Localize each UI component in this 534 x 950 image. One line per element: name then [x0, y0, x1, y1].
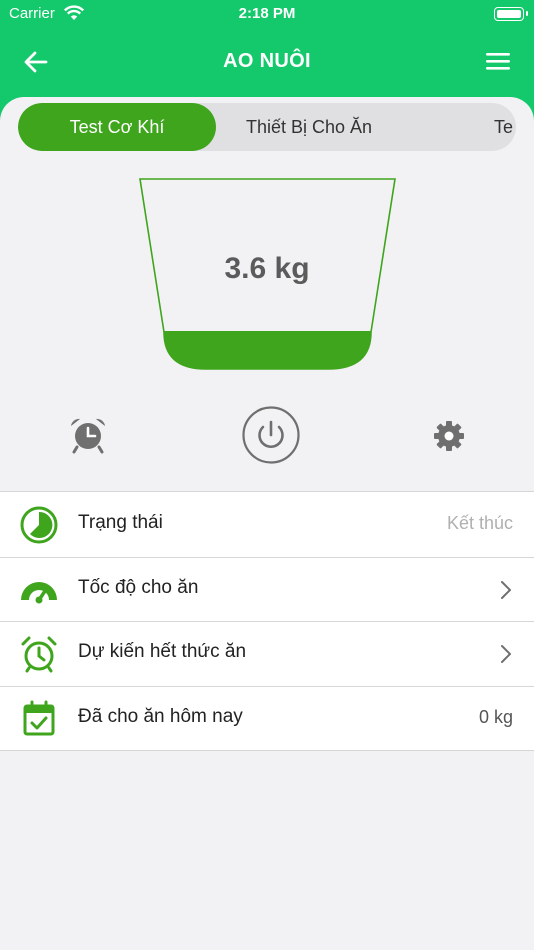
power-button[interactable]	[241, 405, 301, 470]
tab-bar-container: Test Cơ Khí Thiết Bị Cho Ăn Te	[0, 97, 534, 157]
page-title: AO NUÔI	[223, 50, 311, 72]
calendar-check-icon	[19, 699, 59, 739]
list-item-label: Đã cho ăn hôm nay	[78, 705, 243, 727]
list-item-toc-do-cho-an[interactable]: Tốc độ cho ăn	[0, 556, 534, 622]
tab-partial-third[interactable]: Te	[494, 103, 513, 151]
list-item-label: Tốc độ cho ăn	[78, 576, 199, 598]
navigation-bar: AO NUÔI	[0, 28, 534, 98]
chevron-right-icon	[500, 580, 512, 600]
speedometer-icon	[19, 570, 59, 610]
alarm-clock-icon	[19, 634, 59, 674]
control-buttons	[0, 403, 534, 469]
list-item-trang-thai: Trạng thái Kết thúc	[0, 492, 534, 557]
status-pie-icon	[19, 505, 59, 545]
tab-thiet-bi-cho-an[interactable]: Thiết Bị Cho Ăn	[246, 103, 372, 151]
hamburger-menu-icon[interactable]	[484, 48, 514, 76]
list-item-du-kien-het-thuc-an[interactable]: Dự kiến hết thức ăn	[0, 621, 534, 686]
fed-today-value: 0 kg	[478, 706, 513, 727]
battery-icon	[494, 7, 528, 21]
tab-bar: Test Cơ Khí Thiết Bị Cho Ăn Te	[18, 103, 516, 151]
list-item-label: Dự kiến hết thức ăn	[78, 641, 247, 662]
feed-weight: 3.6 kg	[224, 252, 310, 285]
clock: 2:18 PM	[238, 5, 296, 22]
chevron-right-icon	[500, 644, 512, 664]
alarm-clock-icon[interactable]	[68, 415, 108, 460]
tab-test-co-khi[interactable]: Test Cơ Khí	[18, 103, 216, 151]
list-item-da-cho-an-hom-nay: Đã cho ăn hôm nay 0 kg	[0, 685, 534, 751]
status-bar: Carrier 2:18 PM	[0, 0, 534, 28]
status-value: Kết thúc	[446, 513, 513, 533]
gear-icon[interactable]	[432, 419, 466, 458]
list-item-label: Trạng thái	[78, 512, 163, 533]
feeding-info-list: Trạng thái Kết thúc Tốc độ cho ăn Dự kiế…	[0, 491, 534, 751]
